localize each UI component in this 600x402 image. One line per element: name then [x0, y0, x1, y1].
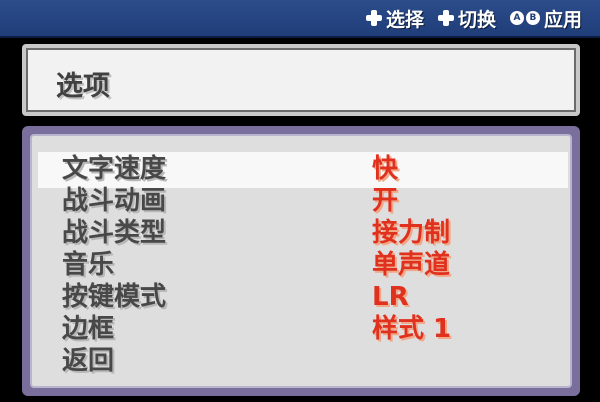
page-title: 选项: [56, 71, 110, 102]
option-frame[interactable]: 边框: [62, 314, 114, 344]
option-battle-style-value[interactable]: 接力制: [372, 218, 450, 248]
option-sound[interactable]: 音乐: [62, 250, 114, 280]
option-battle-animation-value[interactable]: 开: [372, 186, 398, 216]
control-hint-bar: 选择 切换 A B 应用: [0, 0, 600, 38]
option-battle-style[interactable]: 战斗类型: [62, 218, 166, 248]
dpad-icon: [437, 10, 454, 26]
hint-apply-label: 应用: [543, 8, 582, 31]
hint-switch-label: 切换: [457, 8, 496, 31]
hint-select: 选择: [365, 5, 424, 32]
option-text-speed[interactable]: 文字速度: [62, 154, 166, 184]
option-sound-value[interactable]: 单声道: [372, 250, 450, 280]
title-box: 选项: [22, 44, 580, 116]
option-battle-animation[interactable]: 战斗动画: [62, 186, 166, 216]
option-frame-value[interactable]: 样式 1: [372, 314, 451, 344]
hint-apply: A B 应用: [509, 5, 582, 32]
b-button-icon: B: [525, 11, 540, 25]
ab-buttons-icon: A B: [509, 11, 540, 25]
options-menu: 文字速度 快 战斗动画 开 战斗类型 接力制 音乐 单声道 按键模式 LR 边框…: [22, 126, 580, 396]
option-button-mode[interactable]: 按键模式: [62, 282, 166, 312]
options-menu-panel: 文字速度 快 战斗动画 开 战斗类型 接力制 音乐 单声道 按键模式 LR 边框…: [30, 134, 572, 388]
option-button-mode-value[interactable]: LR: [372, 282, 409, 312]
hint-select-label: 选择: [385, 8, 424, 31]
option-text-speed-value[interactable]: 快: [372, 154, 398, 184]
a-button-icon: A: [509, 11, 524, 25]
dpad-icon: [365, 10, 382, 26]
option-return[interactable]: 返回: [62, 346, 114, 376]
hint-switch: 切换: [437, 5, 496, 32]
